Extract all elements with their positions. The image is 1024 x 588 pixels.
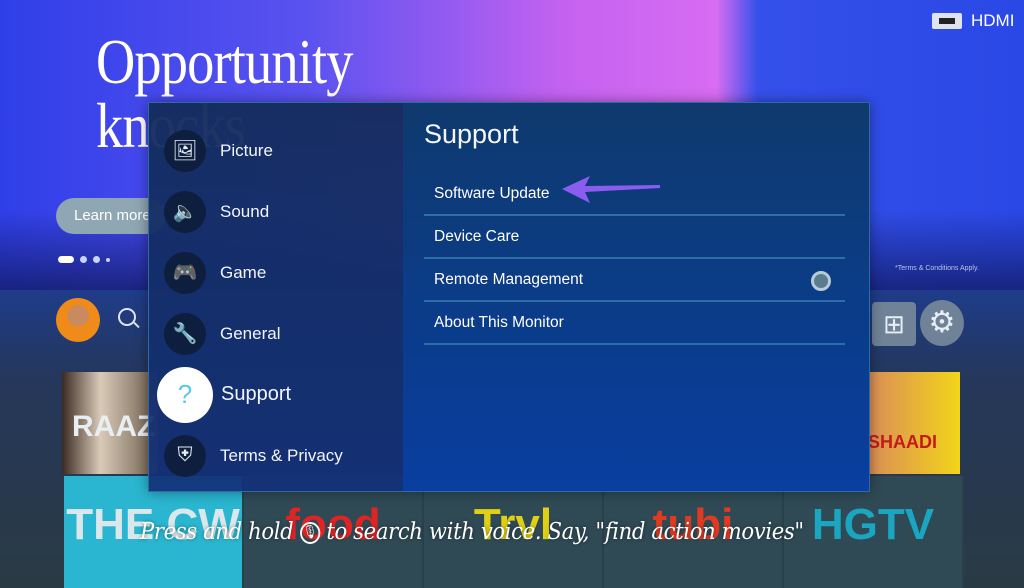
search-icon[interactable] — [118, 308, 136, 326]
settings-categories: 🖼 Picture 🔈 Sound 🎮 Game 🔧 General ? Support … — [149, 103, 403, 491]
gear-icon[interactable]: ⚙ — [920, 300, 964, 346]
category-label: Game — [220, 262, 267, 282]
category-game[interactable]: 🎮 Game — [149, 242, 403, 303]
terms-note: *Terms & Conditions Apply. — [895, 265, 979, 272]
voice-hint-caption: Press and hold 🎙 to search with voice. S… — [140, 519, 804, 545]
annotation-arrow-icon — [562, 176, 660, 203]
category-picture[interactable]: 🖼 Picture — [149, 120, 403, 181]
picture-icon: 🖼 — [164, 129, 206, 172]
support-panel: Support Software Update Device Care Remo… — [403, 103, 869, 491]
panel-title: Support — [424, 119, 519, 149]
microphone-icon: 🎙 — [299, 522, 320, 544]
toggle-switch[interactable] — [811, 271, 831, 291]
category-general[interactable]: 🔧 General — [149, 303, 403, 364]
category-label: Terms & Privacy — [220, 445, 343, 465]
category-label: Support — [221, 383, 292, 405]
wrench-icon: 🔧 — [164, 312, 206, 355]
category-sound[interactable]: 🔈 Sound — [149, 181, 403, 242]
carousel-dots — [58, 256, 110, 263]
category-label: Picture — [220, 140, 273, 160]
input-source-badge: HDMI — [932, 11, 1014, 31]
thumbnail[interactable]: RAAZ — [62, 372, 158, 474]
category-label: Sound — [220, 201, 270, 221]
menu-item-remote-management[interactable]: Remote Management — [424, 259, 845, 302]
apps-icon[interactable]: ⊞ — [872, 302, 916, 346]
menu-item-label: Remote Management — [434, 270, 584, 288]
settings-menu: 🖼 Picture 🔈 Sound 🎮 Game 🔧 General ? Support … — [148, 102, 870, 492]
hdmi-icon — [932, 13, 962, 29]
avatar[interactable] — [56, 298, 100, 342]
menu-item-device-care[interactable]: Device Care — [424, 216, 845, 259]
shield-icon: ⛨ — [164, 434, 206, 477]
category-label: General — [220, 323, 281, 343]
channel-tile[interactable]: HGTV — [784, 476, 964, 588]
category-terms-privacy[interactable]: ⛨ Terms & Privacy — [149, 425, 403, 486]
speaker-icon: 🔈 — [164, 190, 206, 233]
support-cloud-icon: ? — [157, 366, 213, 423]
menu-item-about-this-monitor[interactable]: About This Monitor — [424, 302, 845, 345]
thumbnail[interactable]: SHAADI — [864, 372, 960, 474]
category-support[interactable]: ? Support — [149, 364, 403, 425]
gamepad-icon: 🎮 — [164, 251, 206, 294]
